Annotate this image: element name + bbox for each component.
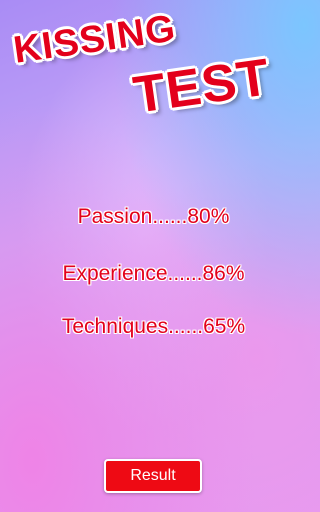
stat-experience: Experience......86% [62,262,245,285]
result-button[interactable]: Result [104,459,202,493]
stat-techniques: Techniques......65% [61,315,246,338]
stat-passion: Passion......80% [77,205,230,228]
title-test: TEST [129,48,274,125]
result-button-label: Result [130,467,176,484]
